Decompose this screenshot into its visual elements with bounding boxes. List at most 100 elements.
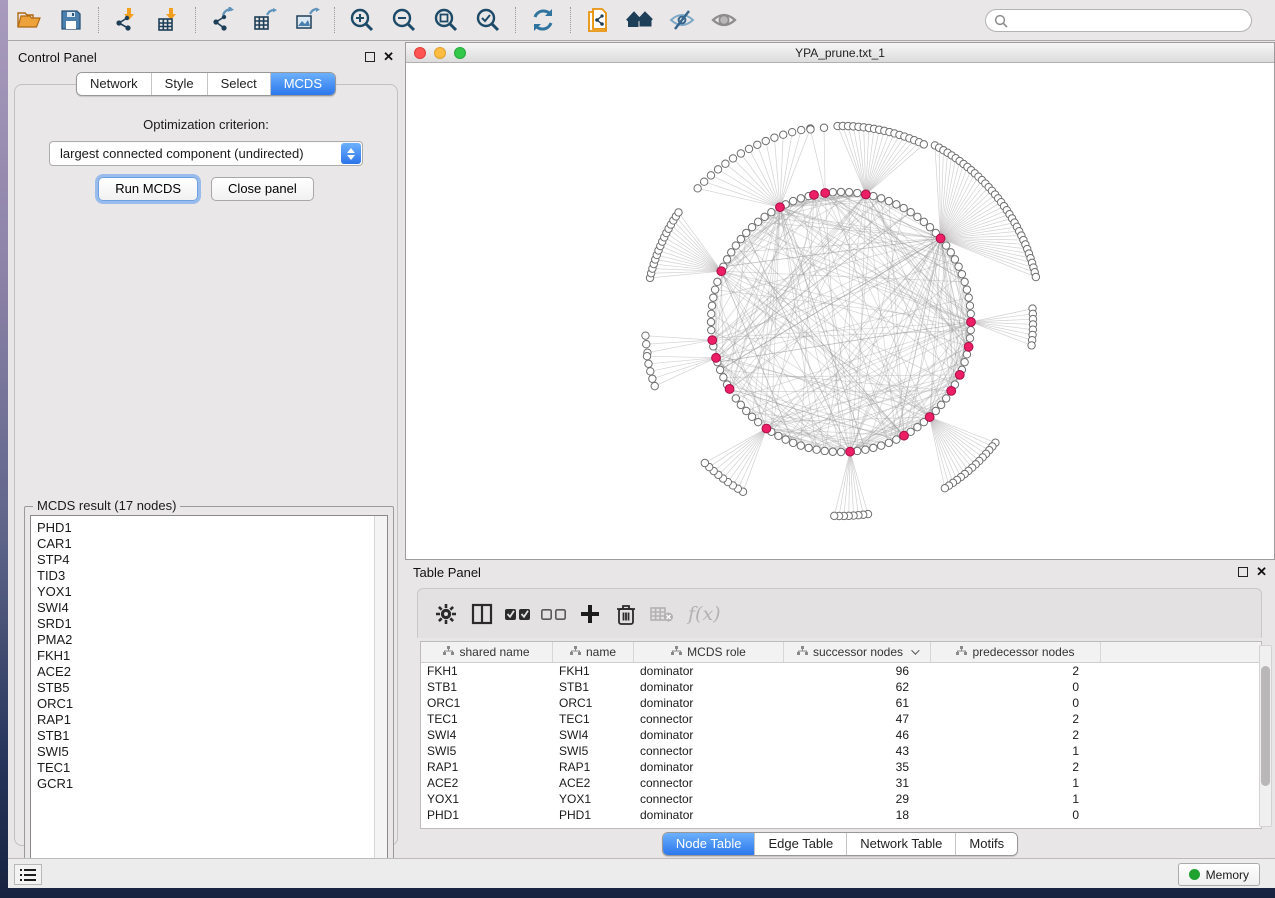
optimization-criterion-dropdown[interactable]: largest connected component (undirected) [49,141,363,166]
cell-name[interactable]: FKH1 [553,663,634,679]
cell-predecessor-nodes[interactable]: 0 [931,807,1101,823]
close-table-panel-icon[interactable]: ✕ [1256,567,1267,577]
cell-MCDS-role[interactable]: dominator [634,807,784,823]
cell-predecessor-nodes[interactable]: 2 [931,663,1101,679]
cell-name[interactable]: ACE2 [553,775,634,791]
hide-selected-icon[interactable] [665,3,699,37]
float-panel-icon[interactable] [365,52,375,62]
cell-name[interactable]: SWI5 [553,743,634,759]
cell-MCDS-role[interactable]: connector [634,711,784,727]
network-graph[interactable] [406,63,1274,559]
cell-MCDS-role[interactable]: dominator [634,759,784,775]
cell-shared-name[interactable]: FKH1 [421,663,553,679]
run-mcds-button[interactable]: Run MCDS [98,177,198,201]
cell-successor-nodes[interactable]: 47 [784,711,931,727]
deselect-all-columns-icon[interactable] [536,596,572,632]
tab-mcds[interactable]: MCDS [270,73,335,95]
cell-shared-name[interactable]: YOX1 [421,791,553,807]
cell-predecessor-nodes[interactable]: 2 [931,759,1101,775]
network-canvas[interactable] [406,63,1274,559]
cell-name[interactable]: PHD1 [553,807,634,823]
table-row[interactable]: PHD1PHD1dominator180 [421,807,1261,823]
memory-button[interactable]: Memory [1178,863,1260,886]
cell-name[interactable]: SWI4 [553,727,634,743]
mcds-result-item[interactable]: TEC1 [37,760,387,776]
mcds-result-item[interactable]: SWI5 [37,744,387,760]
cell-successor-nodes[interactable]: 46 [784,727,931,743]
cell-name[interactable]: YOX1 [553,791,634,807]
table-row[interactable]: YOX1YOX1connector291 [421,791,1261,807]
mcds-result-item[interactable]: PHD1 [37,520,387,536]
create-column-icon[interactable] [572,596,608,632]
search-input[interactable] [1008,12,1251,30]
show-column-panel-icon[interactable] [464,596,500,632]
table-row[interactable]: TEC1TEC1connector472 [421,711,1261,727]
column-header-name[interactable]: name [553,642,634,662]
tab-select[interactable]: Select [207,73,270,95]
cell-shared-name[interactable]: SWI4 [421,727,553,743]
task-history-button[interactable] [14,864,42,885]
close-panel-button[interactable]: Close panel [211,177,314,201]
table-row[interactable]: ORC1ORC1dominator610 [421,695,1261,711]
mcds-result-item[interactable]: ORC1 [37,696,387,712]
zoom-fit-icon[interactable] [429,3,463,37]
mcds-result-item[interactable]: SWI4 [37,600,387,616]
float-table-panel-icon[interactable] [1238,567,1248,577]
mcds-result-item[interactable]: STP4 [37,552,387,568]
mcds-result-item[interactable]: YOX1 [37,584,387,600]
cell-shared-name[interactable]: PHD1 [421,807,553,823]
cell-MCDS-role[interactable]: dominator [634,727,784,743]
mcds-result-item[interactable]: SRD1 [37,616,387,632]
table-row[interactable]: RAP1RAP1dominator352 [421,759,1261,775]
new-network-from-selection-icon[interactable] [581,3,615,37]
cell-shared-name[interactable]: RAP1 [421,759,553,775]
mcds-result-item[interactable]: STB1 [37,728,387,744]
tab-style[interactable]: Style [151,73,207,95]
cell-predecessor-nodes[interactable]: 0 [931,695,1101,711]
refresh-layout-icon[interactable] [526,3,560,37]
cell-shared-name[interactable]: ACE2 [421,775,553,791]
mcds-result-list[interactable]: PHD1CAR1STP4TID3YOX1SWI4SRD1PMA2FKH1ACE2… [30,515,388,872]
table-row[interactable]: FKH1FKH1dominator962 [421,663,1261,679]
cell-name[interactable]: RAP1 [553,759,634,775]
cell-successor-nodes[interactable]: 62 [784,679,931,695]
zoom-in-icon[interactable] [345,3,379,37]
cell-predecessor-nodes[interactable]: 2 [931,727,1101,743]
cell-shared-name[interactable]: TEC1 [421,711,553,727]
cell-MCDS-role[interactable]: connector [634,743,784,759]
cell-successor-nodes[interactable]: 35 [784,759,931,775]
export-image-icon[interactable] [290,3,324,37]
zoom-out-icon[interactable] [387,3,421,37]
delete-column-icon[interactable] [608,596,644,632]
export-table-icon[interactable] [248,3,282,37]
import-table-icon[interactable] [151,3,185,37]
show-all-icon[interactable] [707,3,741,37]
cell-MCDS-role[interactable]: connector [634,775,784,791]
cell-predecessor-nodes[interactable]: 2 [931,711,1101,727]
mcds-result-item[interactable]: ACE2 [37,664,387,680]
column-header-MCDS-role[interactable]: MCDS role [634,642,784,662]
column-header-predecessor-nodes[interactable]: predecessor nodes [931,642,1101,662]
tab-edge-table[interactable]: Edge Table [754,833,846,855]
cell-predecessor-nodes[interactable]: 1 [931,775,1101,791]
table-row[interactable]: ACE2ACE2connector311 [421,775,1261,791]
result-list-scrollbar[interactable] [374,516,387,871]
first-neighbors-icon[interactable] [623,3,657,37]
column-header-shared-name[interactable]: shared name [421,642,553,662]
cell-MCDS-role[interactable]: connector [634,791,784,807]
open-file-icon[interactable] [12,3,46,37]
export-network-icon[interactable] [206,3,240,37]
cell-successor-nodes[interactable]: 29 [784,791,931,807]
mcds-result-item[interactable]: FKH1 [37,648,387,664]
cell-predecessor-nodes[interactable]: 1 [931,791,1101,807]
close-panel-icon[interactable]: ✕ [383,52,394,62]
column-header-successor-nodes[interactable]: successor nodes [784,642,931,662]
cell-name[interactable]: TEC1 [553,711,634,727]
table-settings-gear-icon[interactable] [428,596,464,632]
tab-node-table[interactable]: Node Table [663,833,755,855]
mcds-result-item[interactable]: TID3 [37,568,387,584]
mcds-result-item[interactable]: STB5 [37,680,387,696]
cell-successor-nodes[interactable]: 96 [784,663,931,679]
table-row[interactable]: SWI4SWI4dominator462 [421,727,1261,743]
cell-MCDS-role[interactable]: dominator [634,663,784,679]
